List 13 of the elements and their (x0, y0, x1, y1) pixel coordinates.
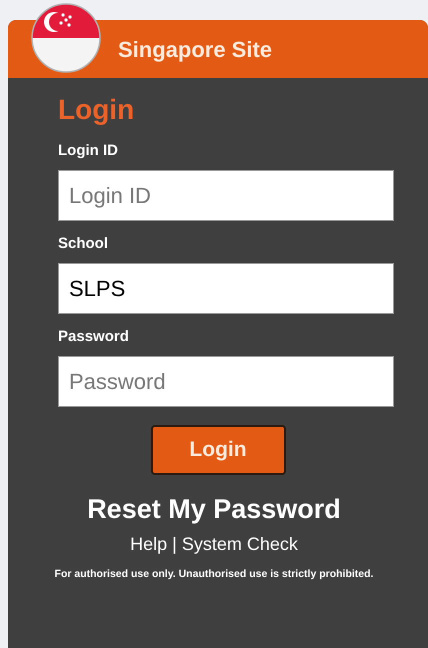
input-field[interactable]: Password (58, 356, 394, 407)
input-field[interactable]: Login ID (58, 170, 394, 221)
input-field[interactable]: SLPS (58, 263, 394, 314)
help-link[interactable]: Help (130, 531, 168, 557)
login-heading: Login (58, 93, 136, 127)
header-title: Singapore Site (118, 36, 272, 64)
field-label: Password (58, 327, 130, 347)
link-separator: | (172, 533, 177, 556)
field-label: School (58, 234, 110, 254)
disclaimer-text: For authorised use only. Unauthorised use is strictly prohibited. (54, 567, 374, 582)
system-check-link[interactable]: System Check (182, 531, 298, 557)
field-label: Login ID (58, 141, 119, 161)
reset-password-link[interactable]: Reset My Password (87, 491, 341, 527)
